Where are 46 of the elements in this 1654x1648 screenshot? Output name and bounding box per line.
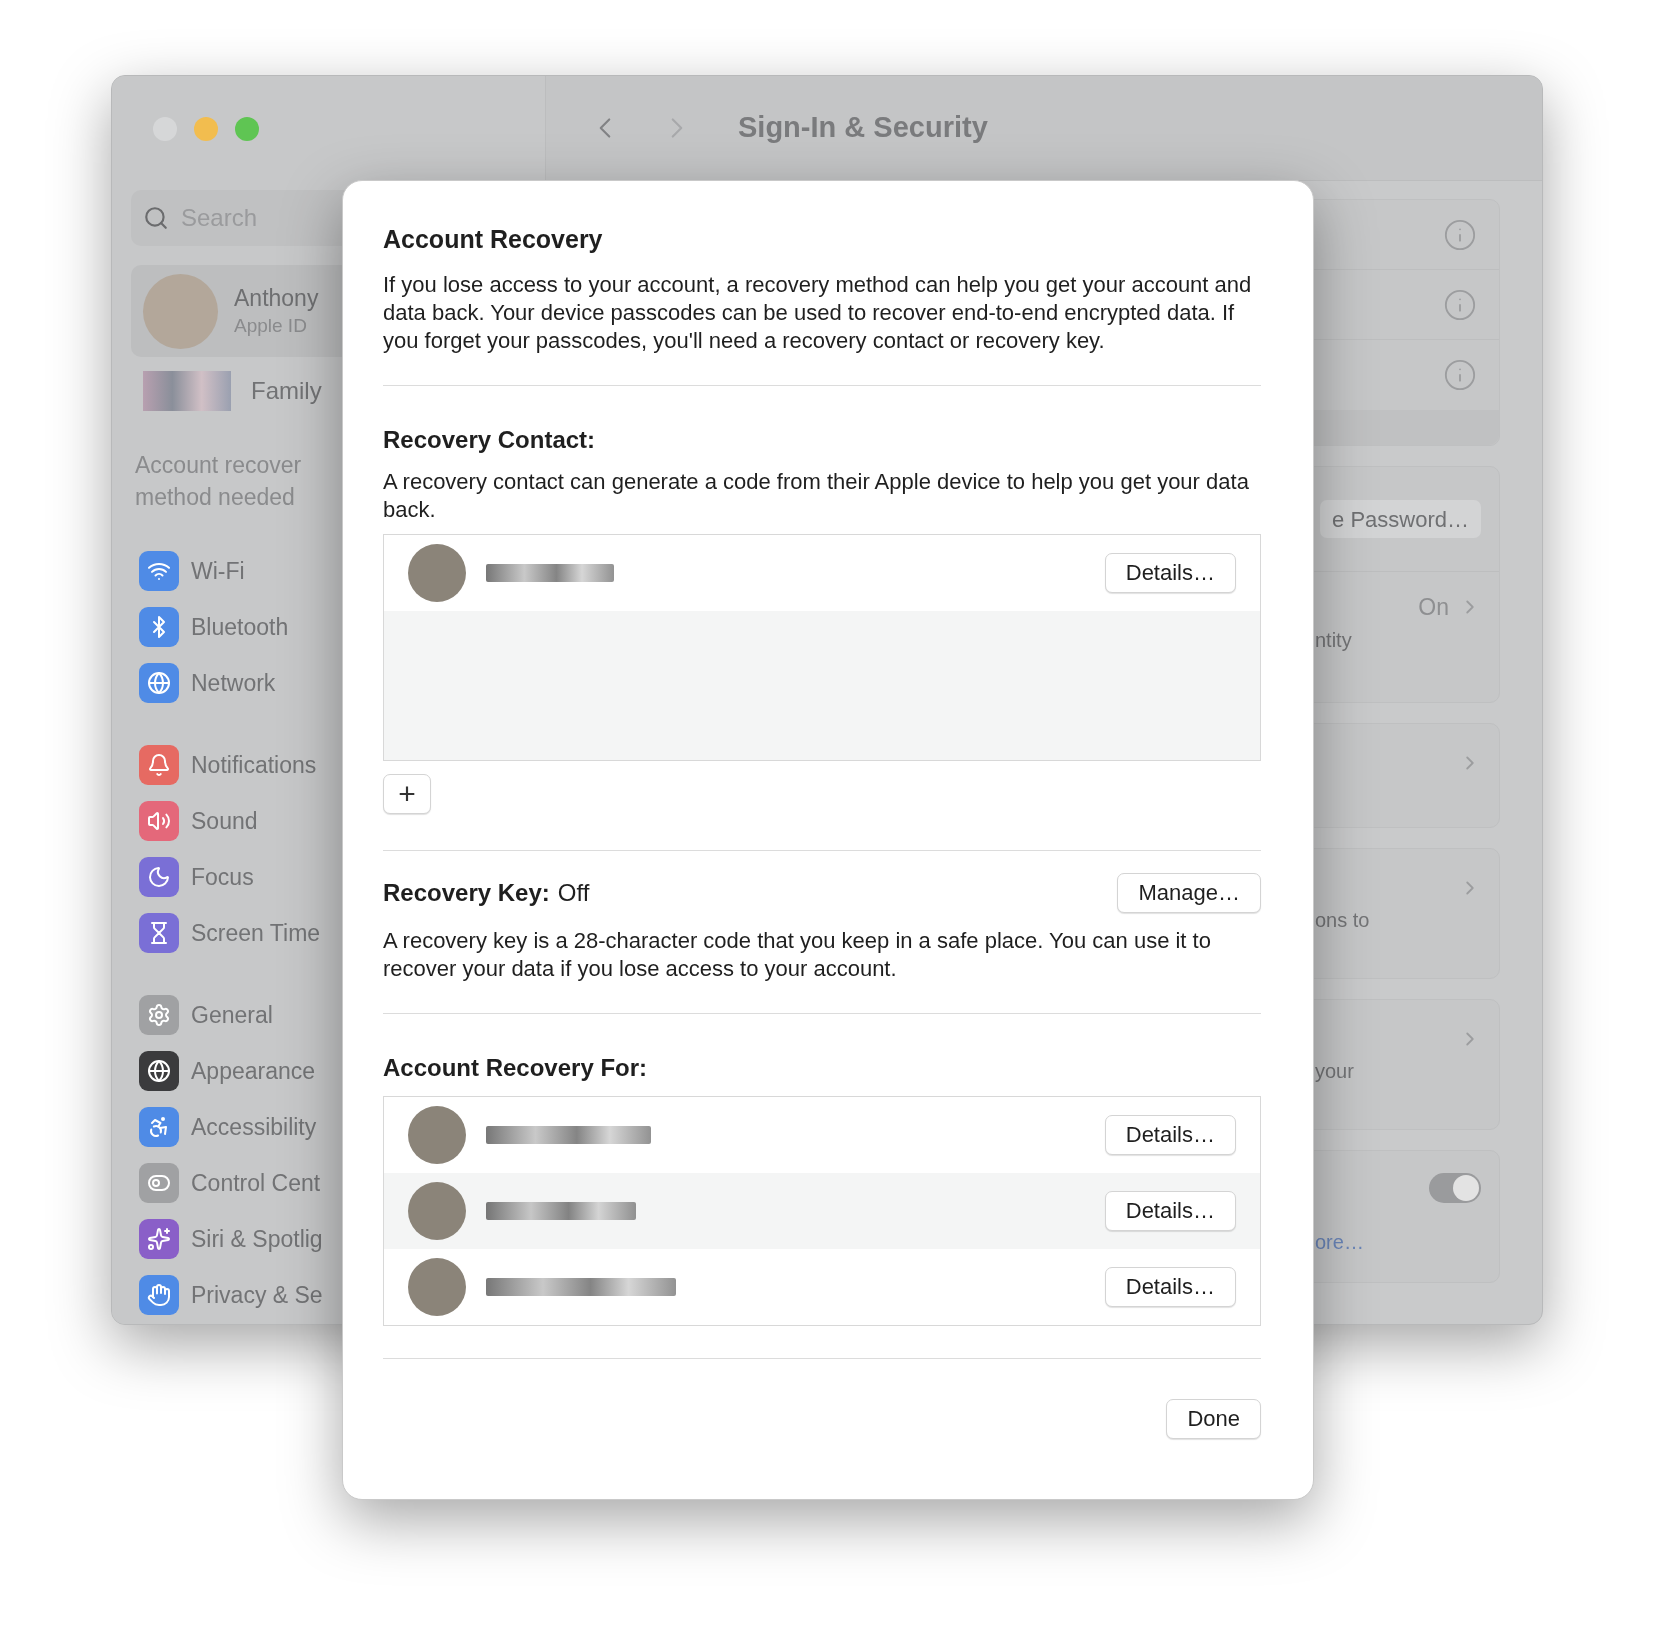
section-description: A recovery contact can generate a code from their Apple device to help you get your data back. bbox=[383, 467, 1250, 524]
section-heading: Recovery Contact: bbox=[383, 424, 597, 455]
section-description: A recovery key is a 28-character code that you keep in a safe place. You can use it to recover your data if you lose access to your account. bbox=[383, 926, 1212, 983]
status-value: On bbox=[1418, 593, 1449, 622]
section-heading: Account Recovery For: bbox=[383, 1052, 649, 1083]
sidebar-item[interactable]: Network bbox=[191, 665, 276, 701]
sidebar-item[interactable]: Privacy & Se bbox=[191, 1277, 323, 1313]
details-button[interactable]: Details… bbox=[1104, 1114, 1236, 1155]
sidebar-item[interactable]: Sound bbox=[191, 803, 258, 839]
sidebar-item[interactable]: Notifications bbox=[191, 747, 317, 783]
sidebar-item[interactable]: Accessibility bbox=[191, 1109, 317, 1145]
change-password-button[interactable]: e Password… bbox=[1320, 500, 1481, 538]
sidebar-item[interactable]: Family bbox=[251, 373, 322, 409]
window-title: Sign-In & Security bbox=[738, 110, 988, 146]
photo-placeholder bbox=[408, 1181, 466, 1240]
add-button[interactable]: + bbox=[383, 773, 431, 814]
sidebar-item[interactable]: Bluetooth bbox=[191, 609, 289, 645]
done-button[interactable]: Done bbox=[1166, 1398, 1261, 1439]
details-button[interactable]: Details… bbox=[1104, 552, 1236, 593]
row-description: ons to bbox=[1315, 909, 1370, 931]
notice-text: Account recover bbox=[135, 451, 302, 480]
manage-button[interactable]: Manage… bbox=[1117, 872, 1261, 913]
row-description: ntity bbox=[1315, 628, 1352, 651]
photo-placeholder bbox=[408, 543, 466, 602]
sidebar-item[interactable]: Wi-Fi bbox=[191, 553, 245, 589]
row-description: your bbox=[1315, 1060, 1354, 1082]
learn-more-link[interactable]: ore… bbox=[1315, 1231, 1364, 1253]
sidebar-item[interactable]: Focus bbox=[191, 859, 254, 895]
info-icon[interactable] bbox=[1443, 217, 1477, 252]
photo-placeholder bbox=[408, 1105, 466, 1164]
info-icon[interactable] bbox=[1443, 358, 1477, 392]
sidebar-item[interactable]: Appearance bbox=[191, 1053, 316, 1089]
account-name: Anthony bbox=[234, 284, 319, 313]
sidebar-item[interactable]: Siri & Spotlig bbox=[191, 1221, 323, 1257]
notice-text: method needed bbox=[135, 483, 295, 512]
details-button[interactable]: Details… bbox=[1104, 1266, 1236, 1307]
sidebar-item[interactable]: Control Cent bbox=[191, 1165, 321, 1201]
toggle-switch[interactable] bbox=[1429, 1173, 1481, 1203]
photo-placeholder bbox=[408, 1257, 466, 1316]
recovery-key-status: Off bbox=[557, 877, 590, 908]
info-icon[interactable] bbox=[1443, 287, 1477, 322]
sidebar-item[interactable]: Screen Time bbox=[191, 915, 321, 951]
details-button[interactable]: Details… bbox=[1104, 1190, 1236, 1231]
sidebar-item[interactable]: General bbox=[191, 997, 273, 1033]
section-heading: Recovery Key: bbox=[383, 877, 550, 908]
search-icon bbox=[143, 205, 169, 231]
